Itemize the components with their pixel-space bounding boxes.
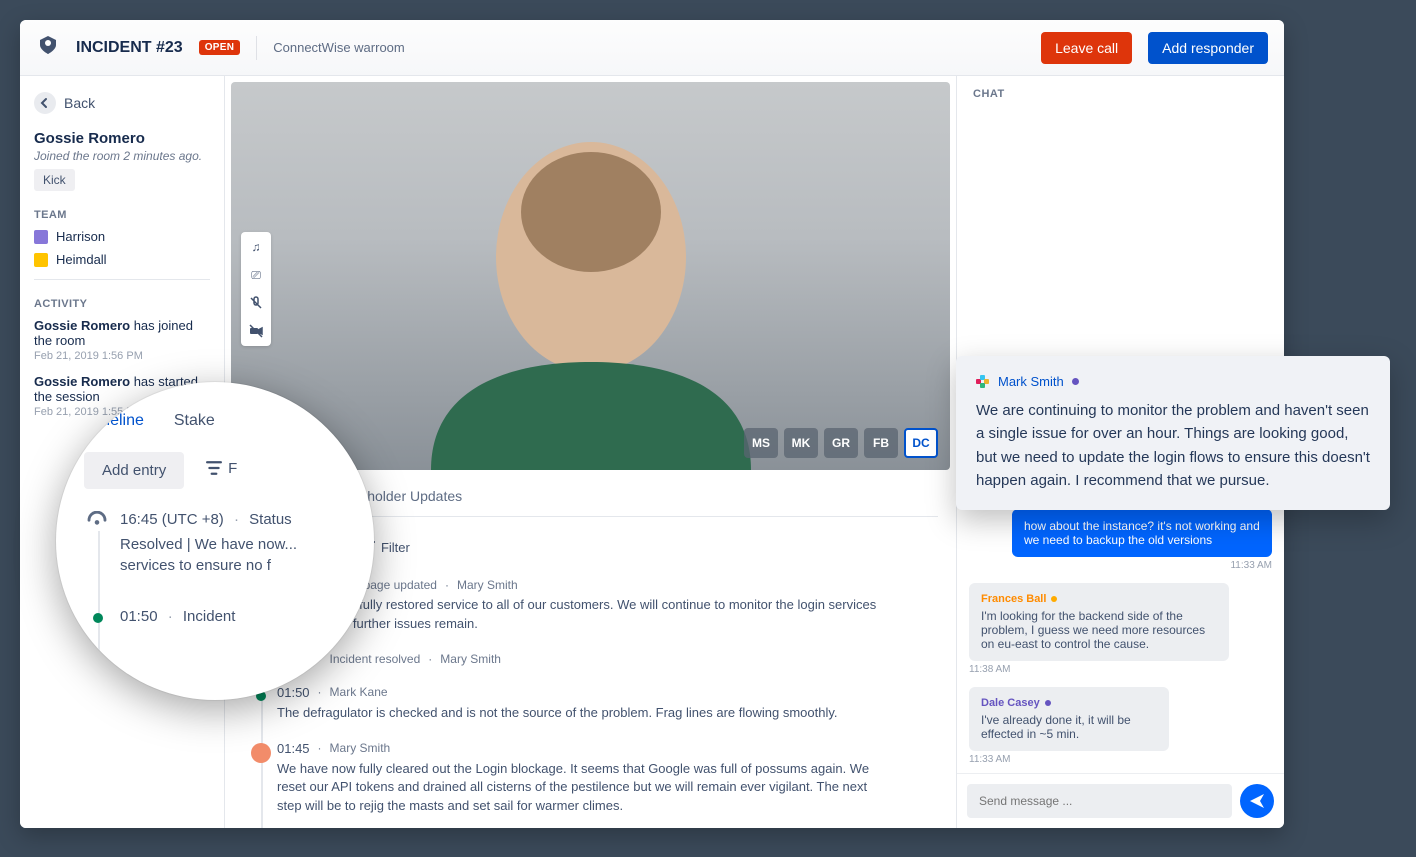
activity-actor: Gossie Romero xyxy=(34,374,130,389)
chat-input[interactable] xyxy=(967,784,1232,818)
tl-time: 01:50 xyxy=(277,685,310,700)
video-area[interactable]: ♫ ⎚ MS MK GR FB DC xyxy=(231,82,950,470)
chat-message-time: 11:33 AM xyxy=(1230,560,1272,571)
person-name: Gossie Romero xyxy=(34,130,210,147)
back-label: Back xyxy=(64,95,95,111)
timeline-item: 16:45 · Statuspage updated · Mary Smith … xyxy=(277,577,938,652)
leave-call-button[interactable]: Leave call xyxy=(1041,32,1132,64)
zoom-body: Resolved | We have now... services to en… xyxy=(120,534,346,576)
chat-author: Dale Casey xyxy=(981,697,1157,709)
camera-off-icon[interactable] xyxy=(245,320,267,342)
chat-text: I'm looking for the backend side of the … xyxy=(981,609,1205,651)
team-item-heimdall[interactable]: Heimdall xyxy=(34,252,210,267)
activity-actor: Gossie Romero xyxy=(34,318,130,333)
presence-dot-icon xyxy=(1072,378,1079,385)
tl-author: Mark Kane xyxy=(330,685,388,699)
send-icon xyxy=(1248,792,1266,810)
joined-text: Joined the room 2 minutes ago. xyxy=(34,149,210,163)
zoom-status: Status xyxy=(249,511,292,528)
status-badge: OPEN xyxy=(199,40,241,55)
filter-icon xyxy=(206,461,222,475)
video-controls: ♫ ⎚ xyxy=(241,232,271,346)
tl-author: Mary Smith xyxy=(330,741,391,755)
zoom-time: 01:50 xyxy=(120,608,158,625)
avatar-icon xyxy=(251,743,271,763)
chat-header: CHAT xyxy=(957,76,1284,112)
divider xyxy=(256,36,257,60)
send-button[interactable] xyxy=(1240,784,1274,818)
mic-mute-icon[interactable] xyxy=(245,292,267,314)
popout-body: We are continuing to monitor the problem… xyxy=(976,399,1370,492)
back-button[interactable]: Back xyxy=(34,86,210,126)
tl-author: Mary Smith xyxy=(440,652,501,666)
participant-video-placeholder xyxy=(371,82,811,470)
chat-input-row xyxy=(957,773,1284,828)
tl-author: Mary Smith xyxy=(457,578,518,592)
participant-chip[interactable]: MK xyxy=(784,428,818,458)
filter-label: Filter xyxy=(381,540,410,555)
team-swatch-icon xyxy=(34,230,48,244)
back-arrow-icon xyxy=(34,92,56,114)
zoom-time: 16:45 (UTC +8) xyxy=(120,511,224,528)
zoom-tab-stakeholder[interactable]: Stake xyxy=(174,412,215,430)
statuspage-icon xyxy=(86,511,110,531)
chat-message-outgoing: how about the instance? it's not working… xyxy=(1012,509,1272,557)
incident-title: INCIDENT #23 xyxy=(76,39,183,57)
participant-chip[interactable]: GR xyxy=(824,428,858,458)
chat-message-time: 11:38 AM xyxy=(969,664,1011,675)
status-dot-icon xyxy=(93,613,103,623)
timeline-item: 01:50 · Mark Kane The defragulator is ch… xyxy=(277,685,938,741)
chat-message-incoming: Frances Ball I'm looking for the backend… xyxy=(969,583,1229,661)
divider xyxy=(34,279,210,280)
tl-time: 01:45 xyxy=(277,741,310,756)
room-subtitle: ConnectWise warroom xyxy=(273,40,405,55)
zoom-label: Incident xyxy=(183,608,236,625)
popout-author: Mark Smith xyxy=(976,374,1370,389)
chat-author: Frances Ball xyxy=(981,593,1217,605)
popout-message-card: Mark Smith We are continuing to monitor … xyxy=(956,356,1390,510)
activity-time: Feb 21, 2019 1:56 PM xyxy=(34,350,210,362)
tl-body: We have now fully restored service to al… xyxy=(277,596,887,634)
team-name: Heimdall xyxy=(56,252,107,267)
add-responder-button[interactable]: Add responder xyxy=(1148,32,1268,64)
timeline-item: 09:41 · Incident resolved · Mary Smith xyxy=(277,652,938,685)
chat-message-incoming: Dale Casey I've already done it, it will… xyxy=(969,687,1169,751)
participant-chip[interactable]: MS xyxy=(744,428,778,458)
tl-body: The defragulator is checked and is not t… xyxy=(277,704,887,723)
team-name: Harrison xyxy=(56,229,105,244)
music-icon[interactable]: ♫ xyxy=(245,236,267,258)
kick-button[interactable]: Kick xyxy=(34,169,75,191)
zoom-add-entry-button[interactable]: Add entry xyxy=(84,452,184,489)
participant-chip-active[interactable]: DC xyxy=(904,428,938,458)
activity-item: Gossie Romero has joined the room Feb 21… xyxy=(34,318,210,362)
slack-icon xyxy=(976,375,990,389)
app-logo-icon xyxy=(36,36,60,60)
participant-chips: MS MK GR FB DC xyxy=(744,428,938,458)
zoom-filter-button[interactable]: F xyxy=(206,460,237,477)
screen-share-icon[interactable]: ⎚ xyxy=(245,264,267,286)
chat-text: I've already done it, it will be effecte… xyxy=(981,713,1131,741)
tl-meta-label: Incident resolved xyxy=(330,652,421,666)
team-section-label: TEAM xyxy=(34,209,210,221)
timeline-item: 01:45 · Mary Smith We have now fully cle… xyxy=(277,741,938,828)
header: INCIDENT #23 OPEN ConnectWise warroom Le… xyxy=(20,20,1284,76)
team-item-harrison[interactable]: Harrison xyxy=(34,229,210,244)
activity-section-label: ACTIVITY xyxy=(34,298,210,310)
tl-body: We have now fully cleared out the Login … xyxy=(277,760,887,817)
chat-message-time: 11:33 AM xyxy=(969,754,1011,765)
team-swatch-icon xyxy=(34,253,48,267)
zoom-lens-overlay: Timeline Stake Add entry F 16:45 (UTC +8… xyxy=(56,382,374,700)
participant-chip[interactable]: FB xyxy=(864,428,898,458)
